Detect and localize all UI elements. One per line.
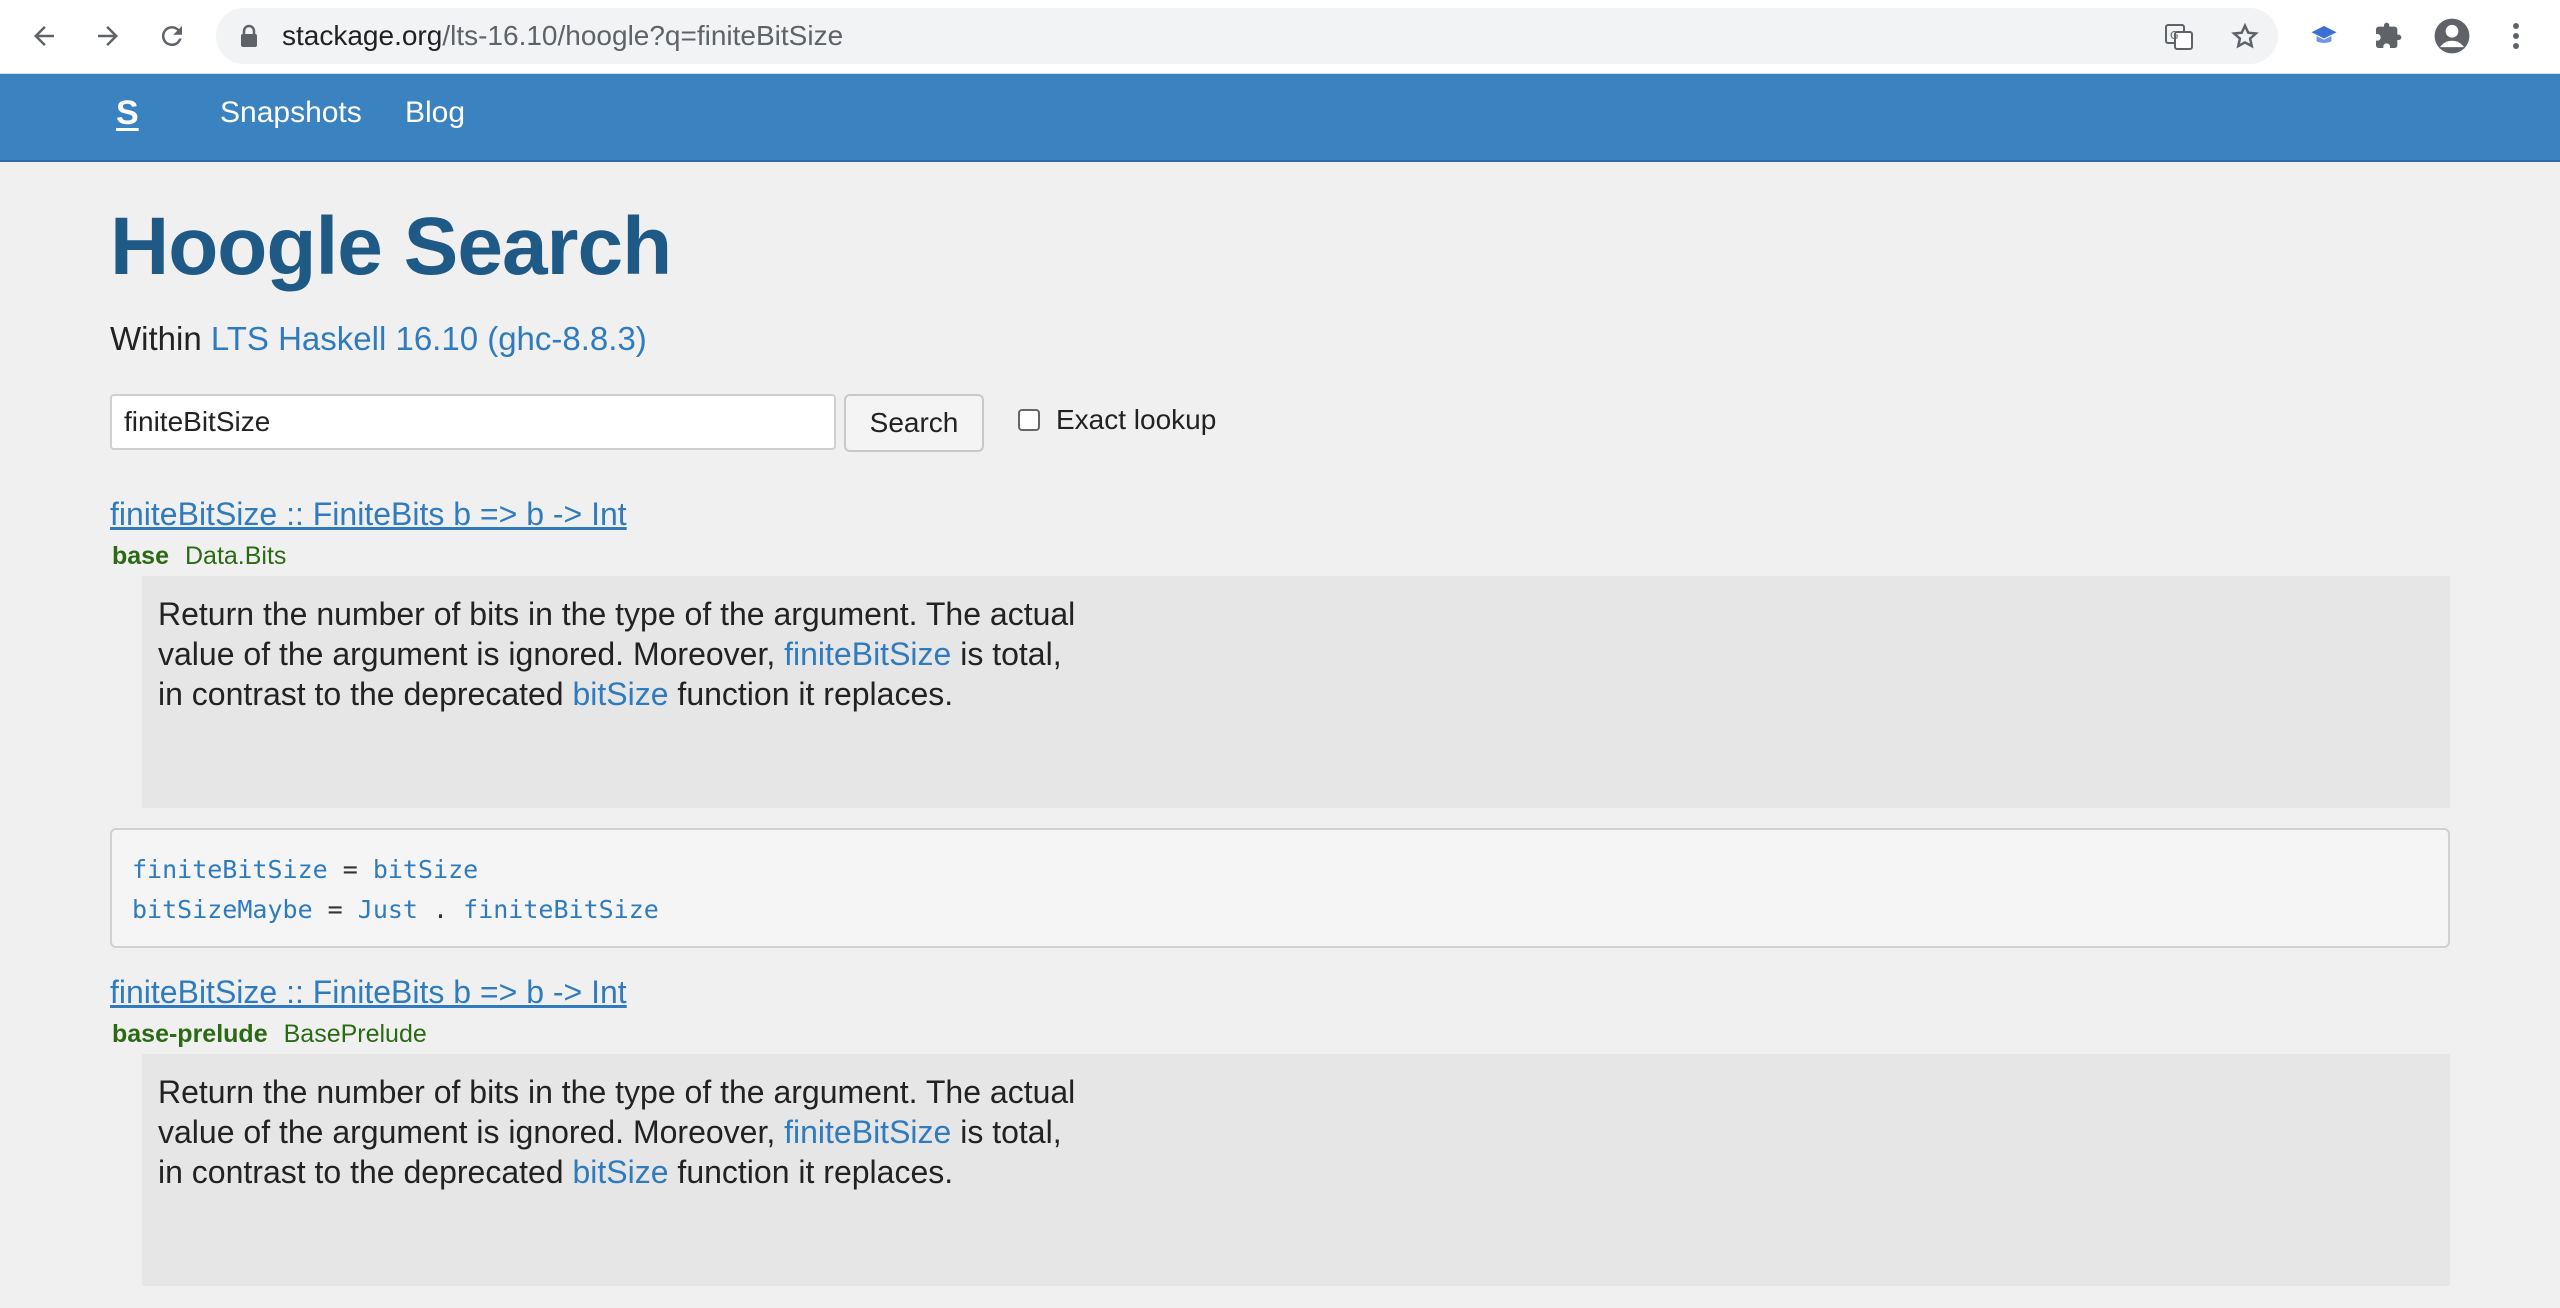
exact-lookup-checkbox[interactable] [1018,409,1040,431]
lock-icon [241,24,257,47]
browser-toolbar: stackage.org/lts-16.10/hoogle?q=finiteBi… [0,0,2560,74]
profile-avatar-icon[interactable] [2430,14,2474,58]
result-package-info: base Data.Bits [112,542,286,571]
result-module-link[interactable]: Data.Bits [185,542,286,570]
result-package-link[interactable]: base [112,542,169,570]
doc-link-bitsize[interactable]: bitSize [572,676,668,712]
result-signature-link[interactable]: finiteBitSize :: FiniteBits b => b -> In… [110,974,627,1011]
code-operator: = [312,895,358,924]
bookmark-star-icon[interactable] [2230,22,2260,52]
code-operator: . [418,895,464,924]
result-module-link[interactable]: BasePrelude [284,1020,427,1048]
translate-icon[interactable]: G [2164,22,2194,52]
search-button[interactable]: Search [844,394,984,452]
result-signature-link[interactable]: finiteBitSize :: FiniteBits b => b -> In… [110,496,627,533]
exact-lookup-label: Exact lookup [1056,404,1217,435]
doc-link-finitebitsize[interactable]: finiteBitSize [784,636,951,672]
reload-button[interactable] [148,12,196,60]
nav-link-snapshots[interactable]: Snapshots [220,96,362,130]
nav-link-blog[interactable]: Blog [405,96,465,130]
forward-button[interactable] [84,12,132,60]
doc-text-part: function it replaces. [668,676,954,712]
result-documentation: Return the number of bits in the type of… [142,1054,2450,1286]
extension-cap-icon[interactable] [2302,14,2346,58]
url-host: stackage.org [282,20,443,51]
result-package-info: base-prelude BasePrelude [112,1020,427,1049]
url-text: stackage.org/lts-16.10/hoogle?q=finiteBi… [282,8,843,64]
code-line: finiteBitSize = bitSize [132,850,2428,890]
svg-text:G: G [2170,29,2179,42]
address-bar[interactable]: stackage.org/lts-16.10/hoogle?q=finiteBi… [216,8,2278,64]
arrow-left-icon [34,26,54,46]
page-title: Hoogle Search [110,201,672,292]
code-identifier[interactable]: bitSizeMaybe [132,895,313,924]
snapshot-link[interactable]: LTS Haskell 16.10 (ghc-8.8.3) [211,320,647,357]
kebab-menu-icon[interactable] [2494,14,2538,58]
within-label: Within [110,320,202,357]
doc-text: Return the number of bits in the type of… [158,1072,1078,1192]
code-identifier[interactable]: bitSize [373,855,478,884]
doc-text-part: function it replaces. [668,1154,954,1190]
exact-lookup-toggle[interactable]: Exact lookup [1018,404,1216,436]
doc-text: Return the number of bits in the type of… [158,594,1078,714]
arrow-right-icon [98,26,118,46]
code-identifier[interactable]: finiteBitSize [132,855,328,884]
snapshot-scope: Within LTS Haskell 16.10 (ghc-8.8.3) [110,320,647,358]
reload-icon [161,26,182,47]
code-line: bitSizeMaybe = Just . finiteBitSize [132,890,2428,930]
site-navbar: S Snapshots Blog [0,74,2560,162]
code-identifier[interactable]: finiteBitSize [463,895,659,924]
code-example-block: finiteBitSize = bitSize bitSizeMaybe = J… [110,828,2450,948]
site-logo[interactable]: S [116,94,139,133]
back-button[interactable] [20,12,68,60]
code-identifier[interactable]: Just [358,895,418,924]
result-package-link[interactable]: base-prelude [112,1020,268,1048]
url-path: /lts-16.10/hoogle?q=finiteBitSize [442,20,844,51]
search-input[interactable] [110,394,836,450]
doc-link-bitsize[interactable]: bitSize [572,1154,668,1190]
extensions-puzzle-icon[interactable] [2366,14,2410,58]
code-operator: = [327,855,373,884]
result-documentation: Return the number of bits in the type of… [142,576,2450,808]
doc-link-finitebitsize[interactable]: finiteBitSize [784,1114,951,1150]
